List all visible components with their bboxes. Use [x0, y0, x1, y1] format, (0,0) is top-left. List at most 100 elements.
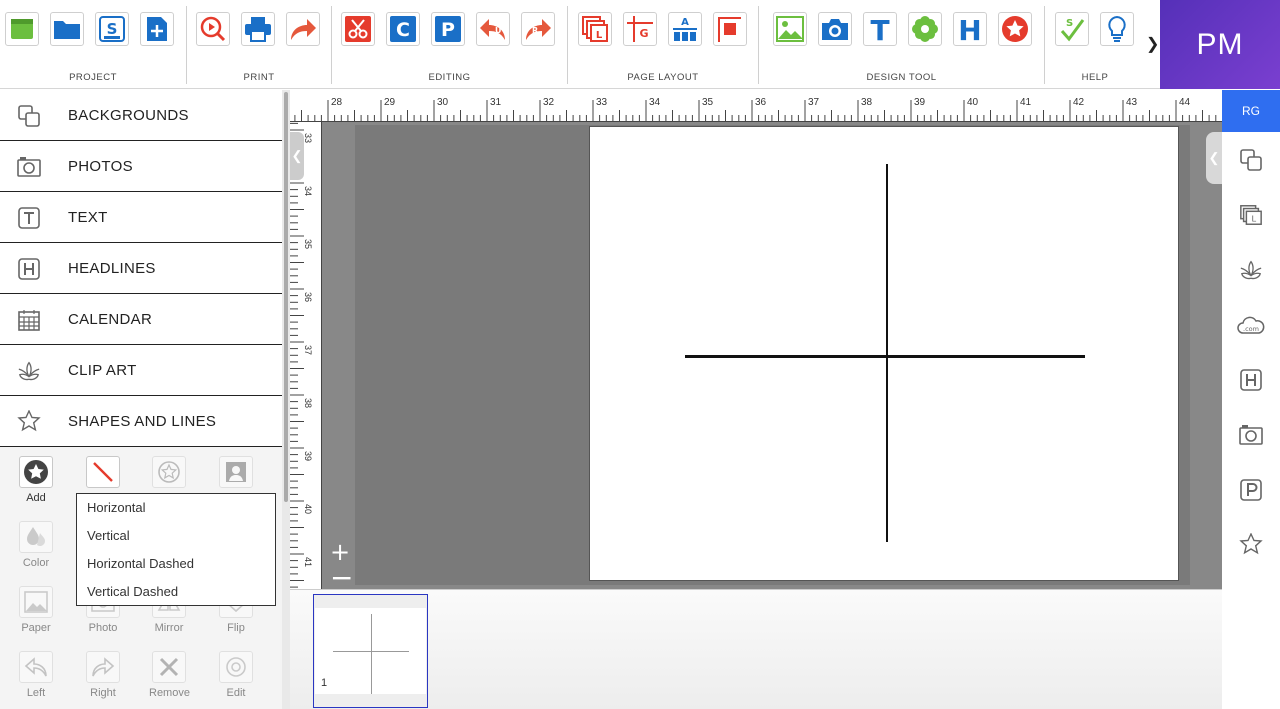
chevron-right-icon[interactable]: ❯ — [1146, 34, 1159, 54]
open-folder-icon[interactable] — [50, 12, 84, 46]
vertical-ruler: 33 34 35 36 37 38 39 40 41 — [290, 90, 322, 589]
scrollbar-thumb[interactable] — [284, 92, 288, 502]
cloud-icon[interactable]: .com — [1236, 313, 1266, 337]
sidebar-item-backgrounds[interactable]: BACKGROUNDS — [0, 90, 282, 141]
line-option-horizontal[interactable]: Horizontal — [77, 494, 275, 522]
editing-group: C P U R EDITING — [332, 0, 567, 89]
help-group-label: HELP — [1081, 72, 1109, 83]
rotate-left-button[interactable]: Left — [16, 651, 56, 699]
redo-icon[interactable]: R — [521, 12, 555, 46]
zoom-out-button[interactable]: − — [330, 564, 353, 590]
help-group: S HELP — [1045, 0, 1145, 89]
guides-icon[interactable]: G — [623, 12, 657, 46]
flower-clipart-icon[interactable] — [908, 12, 942, 46]
sidebar-item-text[interactable]: TEXT — [0, 192, 282, 243]
image-icon[interactable] — [773, 12, 807, 46]
paste-icon[interactable]: P — [431, 12, 465, 46]
paste-icon[interactable] — [1239, 478, 1263, 502]
vertical-line-shape[interactable] — [886, 164, 888, 542]
spellcheck-icon[interactable]: S — [1055, 12, 1089, 46]
sidebar-item-headlines[interactable]: HEADLINES — [0, 243, 282, 294]
share-icon[interactable] — [286, 12, 320, 46]
badge-shape-button[interactable] — [149, 456, 189, 488]
headline-icon[interactable] — [1239, 368, 1263, 392]
printer-icon[interactable] — [241, 12, 275, 46]
ruler-label: 35 — [303, 239, 313, 249]
ruler-label: 43 — [1126, 97, 1138, 108]
align-icon[interactable]: A — [668, 12, 702, 46]
remove-label: Remove — [149, 687, 190, 699]
sidebar-item-photos[interactable]: PHOTOS — [0, 141, 282, 192]
left-panel-scrollbar[interactable] — [282, 90, 290, 709]
color-label: Color — [22, 557, 50, 569]
svg-text:U: U — [495, 26, 502, 35]
edit-button[interactable]: Edit — [216, 651, 256, 699]
lotus-icon[interactable] — [1239, 258, 1263, 282]
ruler-label: 30 — [437, 97, 449, 108]
remove-button[interactable]: Remove — [149, 651, 190, 699]
design-tool-group-label: DESIGN TOOL — [866, 72, 937, 83]
svg-text:T: T — [870, 15, 889, 43]
left-label: Left — [26, 687, 46, 699]
rotate-right-icon — [86, 651, 120, 683]
frame-icon[interactable] — [713, 12, 747, 46]
add-shape-button[interactable]: Add — [16, 456, 56, 504]
svg-text:R: R — [532, 26, 538, 35]
design-page[interactable] — [589, 126, 1179, 581]
new-project-icon[interactable] — [5, 12, 39, 46]
color-button[interactable]: Color — [16, 521, 56, 569]
layers-icon[interactable]: L — [578, 12, 612, 46]
rotate-right-button[interactable]: Right — [83, 651, 123, 699]
cut-icon[interactable] — [341, 12, 375, 46]
portrait-shape-button[interactable] — [216, 456, 256, 488]
page-thumbnail[interactable]: 1 — [313, 594, 428, 708]
left-panel: BACKGROUNDS PHOTOS TEXT HEADLINES CALEND… — [0, 90, 282, 709]
sidebar-item-clip-art[interactable]: CLIP ART — [0, 345, 282, 396]
user-avatar[interactable]: RG — [1222, 90, 1280, 132]
horizontal-ruler: 28 29 30 31 32 33 34 35 36 37 38 39 40 41 42 43 44 — [290, 90, 1222, 122]
horizontal-line-shape[interactable] — [685, 355, 1085, 358]
svg-text:H: H — [958, 15, 981, 43]
photo-label: Photo — [88, 622, 118, 634]
sidebar-item-calendar[interactable]: CALENDAR — [0, 294, 282, 345]
rotate-left-icon — [19, 651, 53, 683]
save-project-icon[interactable]: S — [95, 12, 129, 46]
copy-icon[interactable]: C — [386, 12, 420, 46]
line-option-horizontal-dashed[interactable]: Horizontal Dashed — [77, 550, 275, 578]
star-icon[interactable] — [1239, 533, 1263, 557]
edit-label: Edit — [226, 687, 246, 699]
print-group-label: PRINT — [243, 72, 275, 83]
backgrounds-icon[interactable] — [1239, 148, 1263, 172]
sidebar-item-shapes-and-lines[interactable]: SHAPES AND LINES — [0, 396, 282, 447]
headline-tool-icon[interactable]: H — [953, 12, 987, 46]
paper-button[interactable]: Paper — [16, 586, 56, 634]
right-rail: RG L .com — [1222, 90, 1280, 709]
sidebar-item-label: PHOTOS — [68, 158, 133, 175]
text-tool-icon[interactable]: T — [863, 12, 897, 46]
ruler-label: 33 — [303, 133, 313, 143]
sidebar-item-label: SHAPES AND LINES — [68, 413, 217, 430]
undo-icon[interactable]: U — [476, 12, 510, 46]
thumbnail-vertical-line — [371, 614, 372, 694]
svg-text:.com: .com — [1243, 325, 1259, 333]
svg-text:L: L — [1251, 213, 1256, 223]
sidebar-item-label: CLIP ART — [68, 362, 137, 379]
line-option-vertical-dashed[interactable]: Vertical Dashed — [77, 578, 275, 606]
print-preview-icon[interactable] — [196, 12, 230, 46]
add-page-icon[interactable] — [140, 12, 174, 46]
sidebar-item-label: TEXT — [68, 209, 108, 226]
camera-icon[interactable] — [1239, 423, 1263, 447]
line-tool-button[interactable] — [83, 456, 123, 488]
camera-icon[interactable] — [818, 12, 852, 46]
collapse-right-panel-icon[interactable]: ❮ — [1206, 132, 1222, 184]
collapse-left-panel-icon[interactable]: ❮ — [290, 132, 304, 180]
ruler-label: 40 — [303, 504, 313, 514]
lightbulb-icon[interactable] — [1100, 12, 1134, 46]
star-shape-icon[interactable] — [998, 12, 1032, 46]
svg-text:G: G — [639, 27, 648, 40]
line-option-vertical[interactable]: Vertical — [77, 522, 275, 550]
ruler-label: 44 — [1179, 97, 1191, 108]
layers-icon[interactable]: L — [1239, 203, 1263, 227]
svg-text:S: S — [1066, 18, 1073, 29]
person-icon — [219, 456, 253, 488]
